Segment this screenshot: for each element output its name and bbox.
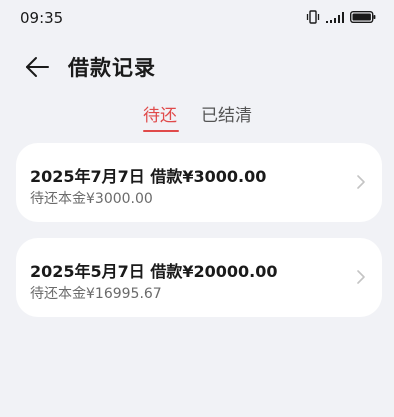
battery-icon xyxy=(350,11,376,23)
vibrate-icon xyxy=(306,10,320,24)
status-time: 09:35 xyxy=(20,9,64,27)
tab-pending[interactable]: 待还 xyxy=(143,101,177,126)
signal-icon xyxy=(326,11,344,23)
tab-bar: 待还 已结清 xyxy=(0,99,394,133)
arrow-left-icon[interactable] xyxy=(24,54,50,80)
loan-record-title: 2025年7月7日 借款¥3000.00 xyxy=(30,167,267,186)
status-bar: 09:35 xyxy=(0,0,394,40)
chevron-right-icon xyxy=(357,270,365,284)
page-title: 借款记录 xyxy=(68,56,156,80)
loan-record-card[interactable]: 2025年5月7日 借款¥20000.00 待还本金¥16995.67 xyxy=(16,238,382,317)
active-tab-indicator xyxy=(143,130,179,132)
loan-record-outstanding: 待还本金¥3000.00 xyxy=(30,191,153,207)
status-icons xyxy=(306,10,376,24)
loan-record-card[interactable]: 2025年7月7日 借款¥3000.00 待还本金¥3000.00 xyxy=(16,143,382,222)
header: 借款记录 xyxy=(0,45,394,89)
loan-record-outstanding: 待还本金¥16995.67 xyxy=(30,286,162,302)
tab-settled[interactable]: 已结清 xyxy=(201,101,252,126)
chevron-right-icon xyxy=(357,175,365,189)
loan-record-title: 2025年5月7日 借款¥20000.00 xyxy=(30,262,278,281)
